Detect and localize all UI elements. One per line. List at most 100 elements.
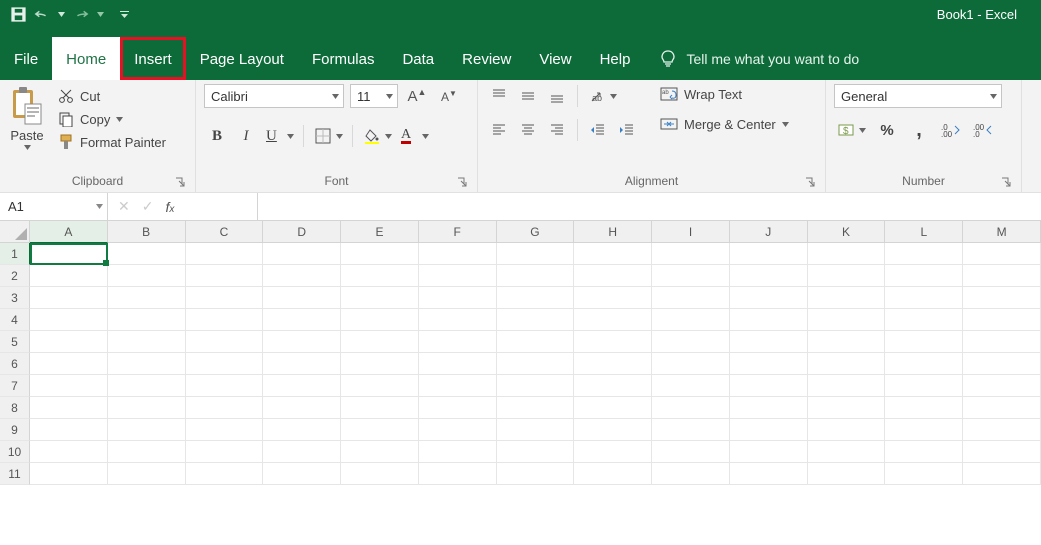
- italic-button[interactable]: I: [233, 124, 259, 148]
- number-format-combo[interactable]: General: [834, 84, 1002, 108]
- dialog-launcher-icon[interactable]: [175, 177, 187, 189]
- cell[interactable]: [885, 419, 963, 441]
- column-header[interactable]: B: [108, 221, 186, 243]
- cell[interactable]: [963, 265, 1041, 287]
- cell[interactable]: [885, 463, 963, 485]
- cut-button[interactable]: Cut: [54, 86, 170, 106]
- cell[interactable]: [497, 287, 575, 309]
- cell[interactable]: [730, 265, 808, 287]
- cell[interactable]: [730, 287, 808, 309]
- cell[interactable]: [186, 441, 264, 463]
- worksheet-grid[interactable]: ABCDEFGHIJKLM 1234567891011: [0, 221, 1041, 545]
- cell[interactable]: [574, 419, 652, 441]
- cell[interactable]: [186, 309, 264, 331]
- cell[interactable]: [108, 287, 186, 309]
- align-bottom-button[interactable]: [544, 84, 570, 108]
- cell[interactable]: [808, 397, 886, 419]
- cell[interactable]: [730, 375, 808, 397]
- format-painter-button[interactable]: Format Painter: [54, 132, 170, 152]
- column-header[interactable]: I: [652, 221, 730, 243]
- enter-icon[interactable]: ✓: [142, 198, 154, 215]
- wrap-text-button[interactable]: ab Wrap Text: [656, 84, 793, 104]
- cell[interactable]: [885, 441, 963, 463]
- decrease-indent-button[interactable]: [585, 118, 611, 142]
- cell[interactable]: [730, 331, 808, 353]
- cell[interactable]: [808, 375, 886, 397]
- column-header[interactable]: G: [497, 221, 575, 243]
- undo-icon[interactable]: [34, 6, 50, 22]
- cell[interactable]: [419, 353, 497, 375]
- cell[interactable]: [30, 397, 108, 419]
- cell[interactable]: [963, 353, 1041, 375]
- cell[interactable]: [186, 419, 264, 441]
- cell[interactable]: [30, 309, 108, 331]
- row-header[interactable]: 8: [0, 397, 30, 419]
- cell[interactable]: [263, 309, 341, 331]
- name-box[interactable]: A1: [0, 193, 108, 220]
- cell[interactable]: [963, 375, 1041, 397]
- cell[interactable]: [419, 375, 497, 397]
- cell[interactable]: [108, 375, 186, 397]
- row-header[interactable]: 6: [0, 353, 30, 375]
- tab-home[interactable]: Home: [52, 37, 120, 80]
- cell[interactable]: [341, 375, 419, 397]
- cell[interactable]: [419, 265, 497, 287]
- cell[interactable]: [263, 419, 341, 441]
- save-icon[interactable]: [10, 6, 26, 22]
- decrease-decimal-button[interactable]: .00.0: [970, 118, 996, 142]
- cell[interactable]: [108, 243, 186, 265]
- row-header[interactable]: 5: [0, 331, 30, 353]
- chevron-down-icon[interactable]: [91, 204, 107, 209]
- cell[interactable]: [497, 243, 575, 265]
- align-top-button[interactable]: [486, 84, 512, 108]
- cell[interactable]: [497, 309, 575, 331]
- cell[interactable]: [108, 441, 186, 463]
- cell[interactable]: [341, 265, 419, 287]
- borders-button[interactable]: [311, 124, 345, 148]
- cell[interactable]: [108, 463, 186, 485]
- cell[interactable]: [652, 375, 730, 397]
- cell[interactable]: [574, 397, 652, 419]
- cell[interactable]: [652, 309, 730, 331]
- tab-formulas[interactable]: Formulas: [298, 37, 389, 80]
- bold-button[interactable]: B: [204, 124, 230, 148]
- cell[interactable]: [30, 419, 108, 441]
- cell[interactable]: [419, 287, 497, 309]
- cell[interactable]: [574, 463, 652, 485]
- cell[interactable]: [30, 375, 108, 397]
- column-header[interactable]: C: [186, 221, 264, 243]
- orientation-button[interactable]: ab: [585, 84, 619, 108]
- cell[interactable]: [341, 243, 419, 265]
- cell[interactable]: [497, 265, 575, 287]
- cell[interactable]: [963, 463, 1041, 485]
- column-header[interactable]: E: [341, 221, 419, 243]
- percent-button[interactable]: %: [874, 118, 900, 142]
- cell[interactable]: [730, 309, 808, 331]
- column-header[interactable]: L: [885, 221, 963, 243]
- undo-dropdown-icon[interactable]: [58, 12, 65, 17]
- align-right-button[interactable]: [544, 118, 570, 142]
- align-left-button[interactable]: [486, 118, 512, 142]
- select-all-button[interactable]: [0, 221, 30, 243]
- comma-style-button[interactable]: ,: [906, 118, 932, 142]
- cell[interactable]: [963, 243, 1041, 265]
- cell[interactable]: [730, 441, 808, 463]
- cell[interactable]: [108, 397, 186, 419]
- increase-decimal-button[interactable]: .0.00: [938, 118, 964, 142]
- cell[interactable]: [108, 419, 186, 441]
- cell[interactable]: [108, 265, 186, 287]
- cell[interactable]: [808, 441, 886, 463]
- cell[interactable]: [263, 441, 341, 463]
- cell[interactable]: [30, 265, 108, 287]
- dialog-launcher-icon[interactable]: [805, 177, 817, 189]
- cell[interactable]: [885, 309, 963, 331]
- row-header[interactable]: 4: [0, 309, 30, 331]
- font-color-button[interactable]: A: [397, 124, 431, 148]
- tab-insert[interactable]: Insert: [120, 37, 186, 80]
- cell[interactable]: [497, 441, 575, 463]
- cell[interactable]: [574, 309, 652, 331]
- fill-color-button[interactable]: [360, 124, 394, 148]
- tab-view[interactable]: View: [525, 37, 585, 80]
- tab-help[interactable]: Help: [586, 37, 645, 80]
- column-header[interactable]: H: [574, 221, 652, 243]
